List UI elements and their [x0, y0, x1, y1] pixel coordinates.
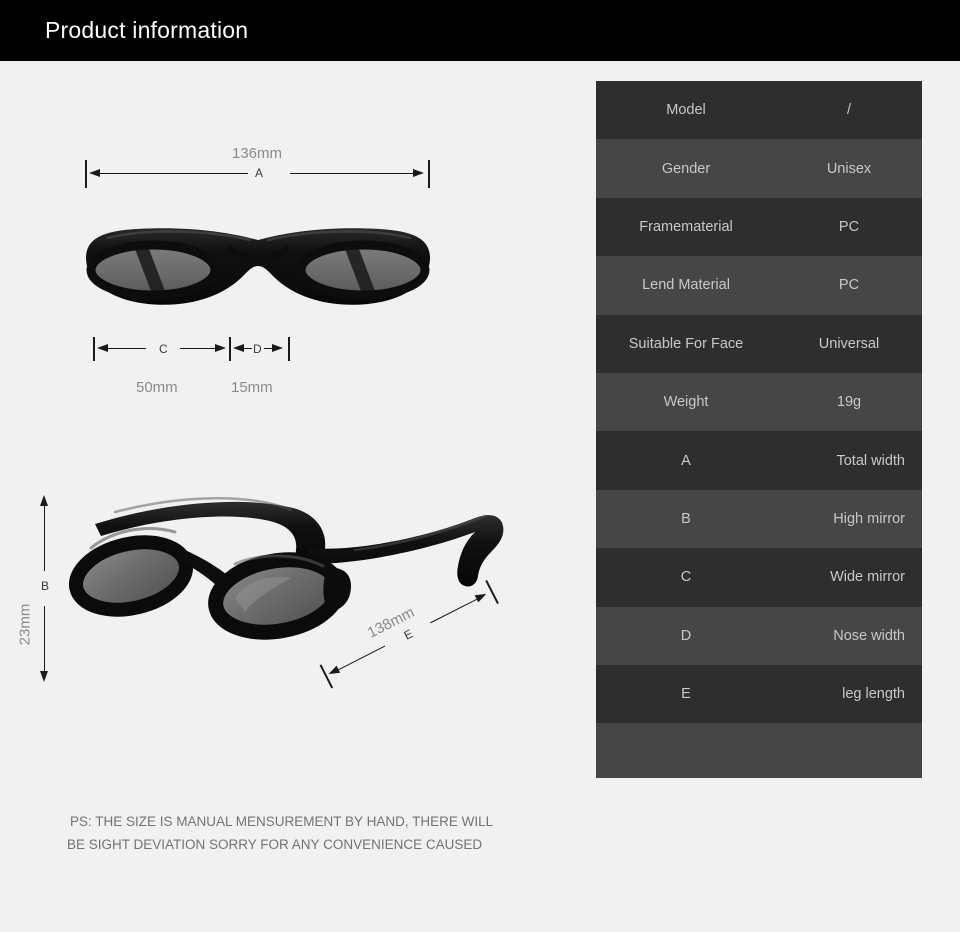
dimension-a-tick-left — [85, 160, 87, 188]
dimension-d-rule-right — [264, 348, 272, 350]
measurement-footnote: PS: THE SIZE IS MANUAL MENSUREMENT BY HA… — [67, 810, 540, 856]
table-cell-value: Wide mirror — [830, 569, 905, 586]
dimension-a-arrow-right — [413, 169, 424, 177]
table-row: C Wide mirror — [596, 548, 922, 607]
dimension-b-arrow-up — [40, 495, 48, 506]
dimension-b-rule-upper — [44, 506, 46, 571]
product-information-page: Product information 136mm A C D 50mm 15m… — [0, 0, 960, 932]
table-cell-value: / — [846, 102, 852, 119]
dimension-total-width-letter: A — [255, 166, 264, 180]
table-row: Eleg length — [596, 664, 922, 724]
table-row: A Total width — [596, 431, 922, 490]
table-cell-label: Gender — [661, 160, 711, 177]
dimension-e-rule-left — [338, 645, 386, 671]
table-cell-label: E — [681, 686, 691, 703]
table-cell-label: Suitable For Face — [628, 335, 744, 352]
sunglasses-front-view — [86, 228, 430, 305]
dimension-d-rule-left — [244, 348, 252, 350]
dimension-temple-length-letter: E — [401, 626, 416, 643]
table-row: Model / — [596, 81, 922, 140]
dimension-e-rule-right — [430, 598, 478, 624]
dimension-c-arrow-left — [97, 344, 108, 352]
table-cell-label: Weight — [663, 394, 709, 411]
table-cell-label: A — [681, 452, 691, 469]
dimension-e-arrow-right — [474, 590, 489, 603]
dimension-nose-width-value: 15mm — [231, 379, 273, 396]
footnote-line-1: PS: THE SIZE IS MANUAL MENSUREMENT BY HA… — [70, 814, 494, 829]
table-cell-value: Nose width — [833, 627, 905, 644]
dimension-c-arrow-right — [215, 344, 226, 352]
dimension-a-tick-right — [428, 160, 430, 188]
dimension-c-tick-right — [229, 337, 231, 361]
page-title: Product information — [45, 17, 249, 43]
dimension-a-arrow-left — [89, 169, 100, 177]
dimension-c-rule-left — [108, 348, 146, 350]
table-cell-value: leg length — [842, 686, 905, 703]
table-row: Gender Unisex — [596, 139, 922, 198]
dimension-d-arrow-right — [272, 344, 283, 352]
dimension-nose-width-letter: D — [253, 342, 262, 356]
table-cell-label: Lend Material — [642, 277, 730, 294]
table-cell-label: B — [681, 510, 691, 527]
table-cell-value: High mirror — [833, 510, 905, 527]
table-row-blank — [596, 723, 922, 779]
dimension-b-arrow-down — [40, 671, 48, 682]
table-cell-label: Framematerial — [639, 218, 733, 235]
table-cell-label: D — [680, 627, 692, 644]
table-row: Suitable For Face Universal — [596, 314, 922, 373]
dimension-d-tick-right — [288, 337, 290, 361]
table-row: Weight 19g — [596, 372, 922, 432]
dimension-a-rule-left — [100, 173, 248, 175]
dimension-lens-width-value: 50mm — [136, 379, 178, 396]
table-cell-value: Total width — [836, 452, 905, 469]
dimension-c-tick-left — [93, 337, 95, 361]
footnote-line-2: BE SIGHT DEVIATION SORRY FOR ANY CONVENI… — [67, 837, 483, 852]
dimension-d-arrow-left — [233, 344, 244, 352]
table-cell-label: Model — [666, 102, 706, 119]
dimension-lens-height-value: 23mm — [16, 603, 34, 646]
table-row: Framematerial PC — [596, 197, 922, 257]
table-cell-label: C — [680, 569, 692, 586]
header-bar: Product information — [0, 0, 960, 61]
dimension-c-rule-right — [180, 348, 215, 350]
table-row: D Nose width — [596, 606, 922, 665]
table-cell-value: PC — [838, 277, 860, 294]
dimension-e-arrow-left — [326, 665, 341, 678]
diagram-area: 136mm A C D 50mm 15mm B 23mm 138mm E PS:… — [0, 61, 560, 932]
dimension-a-rule-right — [290, 173, 413, 175]
dimension-b-rule-lower — [44, 606, 46, 671]
table-row: B High mirror — [596, 489, 922, 549]
table-cell-value: PC — [838, 218, 860, 235]
table-cell-value: 19g — [836, 394, 862, 411]
dimension-lens-width-letter: C — [159, 342, 168, 356]
table-row: Lend Material PC — [596, 256, 922, 315]
dimension-lens-height-letter: B — [41, 579, 50, 593]
dimension-total-width-value: 136mm — [232, 145, 283, 162]
table-cell-value: Universal — [818, 335, 880, 352]
specification-table: Model / Gender Unisex Framematerial PC Lend Ma… — [596, 81, 922, 779]
table-cell-value: Unisex — [826, 160, 872, 177]
